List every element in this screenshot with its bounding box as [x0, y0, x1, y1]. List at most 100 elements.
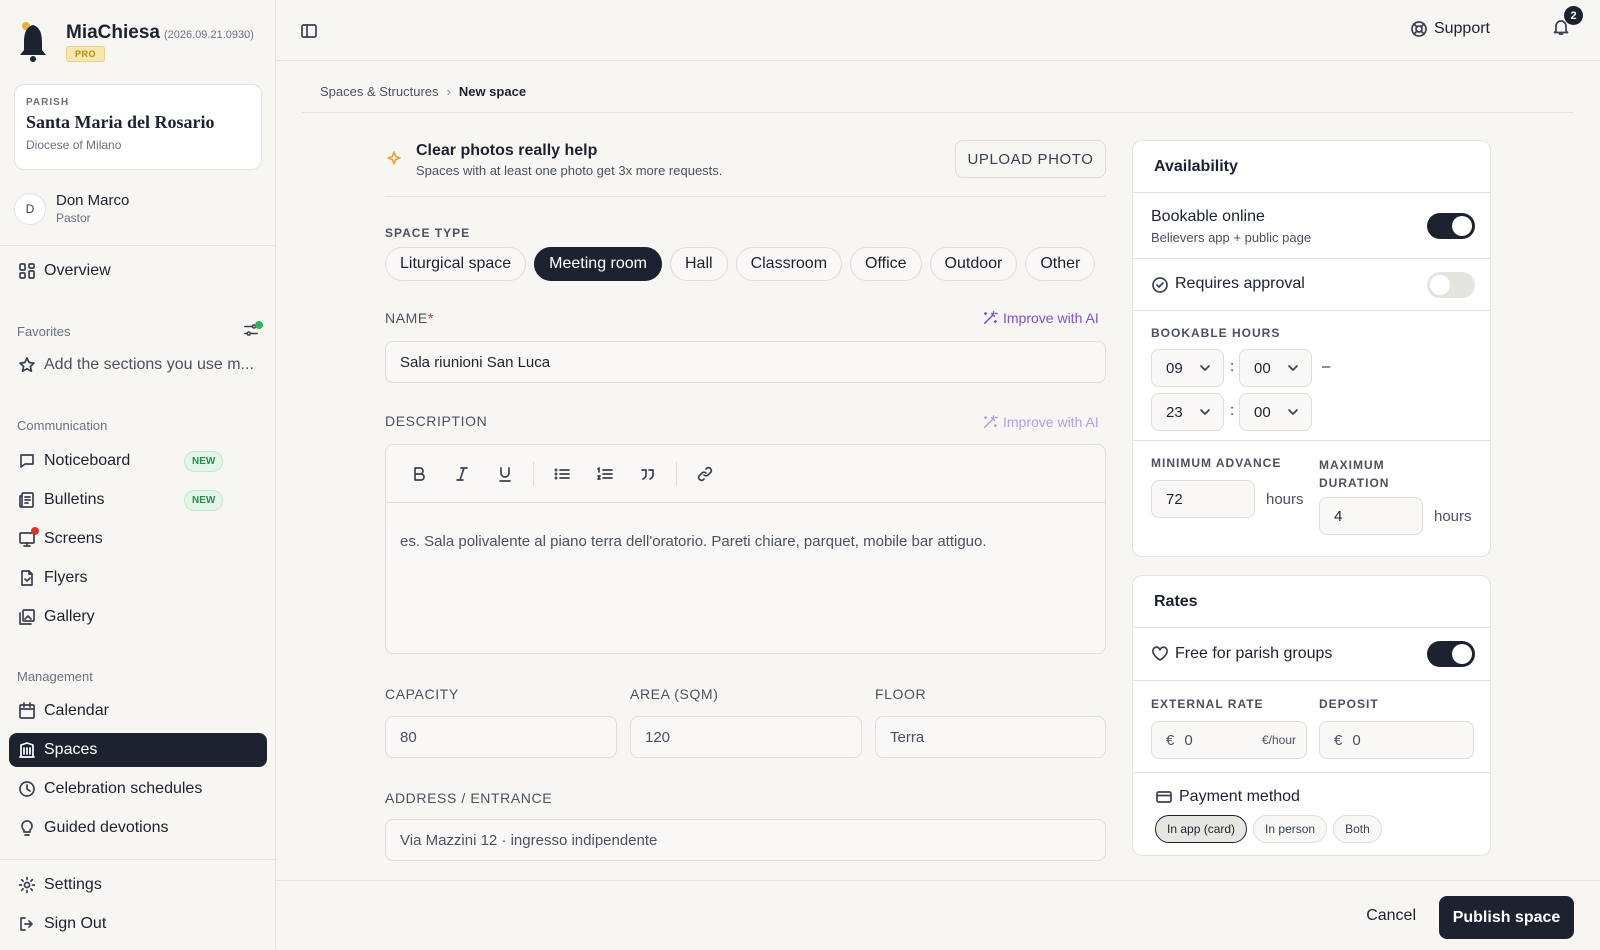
- sidebar-item-settings[interactable]: Settings: [9, 868, 267, 902]
- chip-classroom[interactable]: Classroom: [735, 247, 843, 281]
- file-icon: [21, 570, 33, 586]
- address-input[interactable]: Via Mazzini 12 · ingresso indipendente: [385, 819, 1106, 861]
- chip-other[interactable]: Other: [1025, 247, 1096, 281]
- improve-description-ai-button[interactable]: Improve with AI: [982, 414, 1099, 430]
- sidebar-item-label: Bulletins: [44, 491, 105, 508]
- sidebar-item-guided-devotions[interactable]: Guided devotions: [9, 811, 267, 845]
- form-footer: Cancel Publish space: [276, 880, 1600, 950]
- publish-space-button[interactable]: Publish space: [1439, 896, 1574, 939]
- min-advance-label: MINIMUM ADVANCE: [1151, 456, 1282, 470]
- magic-wand-icon: [983, 311, 998, 325]
- cancel-button[interactable]: Cancel: [1366, 907, 1416, 925]
- sidebar-item-label: Sign Out: [44, 915, 107, 932]
- quote-icon: [641, 468, 654, 480]
- chip-hall[interactable]: Hall: [670, 247, 728, 281]
- bold-button[interactable]: [404, 459, 434, 489]
- max-duration-input[interactable]: 4: [1319, 497, 1423, 535]
- sidebar-toggle-icon[interactable]: [300, 22, 318, 40]
- sidebar-item-label: Celebration schedules: [44, 780, 203, 797]
- toolbar-divider: [676, 461, 677, 486]
- bullet-list-button[interactable]: [547, 459, 577, 489]
- availability-title: Availability: [1133, 141, 1490, 193]
- link-button[interactable]: [690, 459, 720, 489]
- notifications-button[interactable]: 2: [1552, 6, 1583, 36]
- sidebar-item-celebration-schedules[interactable]: Celebration schedules: [9, 772, 267, 806]
- payment-both[interactable]: Both: [1333, 815, 1382, 843]
- italic-icon: [456, 466, 468, 481]
- name-input[interactable]: Sala riunioni San Luca: [385, 341, 1106, 383]
- sparkle-icon: [387, 151, 401, 165]
- max-duration-label: MAXIMUM DURATION: [1319, 458, 1390, 490]
- capacity-input[interactable]: 80: [385, 716, 617, 758]
- space-type-label: SPACE TYPE: [385, 226, 471, 240]
- bookable-row: Bookable online Believers app + public p…: [1133, 193, 1490, 259]
- sidebar-item-overview[interactable]: Overview: [9, 254, 267, 288]
- description-placeholder: es. Sala polivalente al piano terra dell…: [400, 533, 987, 550]
- images-icon: [19, 609, 35, 625]
- sidebar-item-screens[interactable]: Screens: [9, 522, 267, 556]
- from-minute-select[interactable]: 00: [1239, 349, 1312, 387]
- breadcrumb-current: New space: [458, 84, 527, 99]
- deposit-input[interactable]: € 0: [1319, 721, 1474, 759]
- upload-photo-button[interactable]: UPLOAD PHOTO: [955, 140, 1106, 178]
- sidebar: MiaChiesa (2026.09.21.0930) PRO PARISH Sa…: [0, 0, 276, 950]
- bookable-toggle[interactable]: [1427, 213, 1475, 239]
- numbered-list-button[interactable]: [590, 459, 620, 489]
- to-hour-select[interactable]: 23: [1151, 393, 1224, 431]
- area-input[interactable]: 120: [630, 716, 862, 758]
- quote-button[interactable]: [633, 459, 663, 489]
- breadcrumb-parent[interactable]: Spaces & Structures: [320, 84, 439, 99]
- chip-office[interactable]: Office: [850, 247, 922, 281]
- improve-name-ai-button[interactable]: Improve with AI: [982, 310, 1099, 326]
- chip-outdoor[interactable]: Outdoor: [929, 247, 1018, 281]
- rate-unit: €/hour: [1261, 733, 1296, 747]
- sidebar-item-label: Calendar: [44, 702, 109, 719]
- from-hour-select[interactable]: 09: [1151, 349, 1224, 387]
- link-icon: [697, 466, 713, 481]
- sidebar-item-calendar[interactable]: Calendar: [9, 694, 267, 728]
- message-icon: [20, 454, 34, 468]
- sidebar-item-noticeboard[interactable]: Noticeboard: [9, 444, 267, 478]
- parish-card[interactable]: PARISH Santa Maria del Rosario Diocese o…: [14, 84, 262, 170]
- sidebar-item-label: Screens: [44, 530, 103, 547]
- space-type-chips: Liturgical space Meeting room Hall Class…: [385, 247, 1103, 281]
- bookable-label: Bookable online: [1151, 208, 1265, 225]
- favorites-hint[interactable]: Add the sections you use m...: [9, 348, 267, 382]
- min-advance-input[interactable]: 72: [1151, 480, 1255, 518]
- sidebar-item-label: Guided devotions: [44, 819, 169, 836]
- payment-in-person[interactable]: In person: [1253, 815, 1328, 843]
- alert-dot: [31, 527, 39, 535]
- description-editor[interactable]: es. Sala polivalente al piano terra dell…: [385, 444, 1106, 654]
- hours-label: BOOKABLE HOURS: [1151, 326, 1281, 340]
- new-badge: NEW: [184, 490, 224, 511]
- max-duration-unit: hours: [1434, 508, 1472, 525]
- floor-input[interactable]: Terra: [875, 716, 1106, 758]
- payment-in-app[interactable]: In app (card): [1155, 815, 1248, 843]
- approval-toggle[interactable]: [1427, 272, 1475, 298]
- to-minute-select[interactable]: 00: [1239, 393, 1312, 431]
- sidebar-item-signout[interactable]: Sign Out: [9, 907, 267, 941]
- parish-kicker: PARISH: [26, 97, 70, 108]
- chip-liturgical-space[interactable]: Liturgical space: [385, 247, 527, 281]
- sidebar-item-spaces[interactable]: Spaces: [9, 733, 267, 767]
- sidebar-item-flyers[interactable]: Flyers: [9, 561, 267, 595]
- clock-icon: [19, 781, 35, 797]
- bold-icon: [414, 466, 425, 481]
- chip-meeting-room[interactable]: Meeting room: [534, 247, 662, 281]
- building-icon: [19, 742, 35, 758]
- range-dash: –: [1322, 358, 1331, 375]
- approval-label: Requires approval: [1175, 275, 1305, 292]
- required-mark: *: [427, 310, 434, 326]
- sidebar-item-bulletins[interactable]: Bulletins: [9, 483, 267, 517]
- external-rate-input[interactable]: € 0 €/hour: [1151, 721, 1307, 759]
- capacity-label: CAPACITY: [385, 686, 459, 702]
- italic-button[interactable]: [447, 459, 477, 489]
- communication-label: Communication: [17, 418, 108, 433]
- sidebar-item-gallery[interactable]: Gallery: [9, 600, 267, 634]
- underline-button[interactable]: [490, 459, 520, 489]
- status-dot: [255, 321, 263, 329]
- free-toggle[interactable]: [1427, 641, 1475, 667]
- user-profile[interactable]: D Don Marco Pastor: [14, 192, 129, 225]
- support-label: Support: [1433, 20, 1490, 37]
- support-button[interactable]: Support: [1410, 20, 1490, 38]
